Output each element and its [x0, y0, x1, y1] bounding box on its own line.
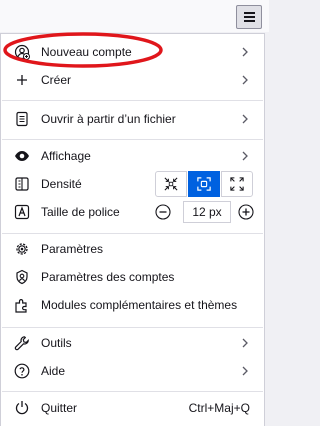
tools-item[interactable]: Outils: [1, 329, 264, 357]
help-item[interactable]: Aide: [1, 357, 264, 385]
open-file-item[interactable]: Ouvrir à partir d’un fichier: [1, 105, 264, 133]
menu-icon: [244, 12, 255, 14]
addons-item[interactable]: Modules complémentaires et thèmes: [1, 291, 264, 319]
density-touch-button[interactable]: [221, 171, 253, 197]
app-menu-button[interactable]: [236, 5, 262, 29]
quit-label: Quitter: [41, 401, 78, 415]
addons-icon: [15, 299, 27, 313]
compact-icon: [164, 177, 178, 191]
chevron-right-icon: [242, 338, 248, 348]
chevron-right-icon: [242, 151, 248, 161]
account-settings-label: Paramètres des comptes: [41, 270, 175, 284]
chevron-right-icon: [242, 114, 248, 124]
app-menu-panel: Nouveau compte Créer Ouvrir à partir d’u…: [0, 33, 265, 426]
settings-item[interactable]: Paramètres: [1, 235, 264, 263]
view-label: Affichage: [41, 149, 91, 163]
create-label: Créer: [41, 73, 72, 87]
font-size-value: 12 px: [183, 201, 231, 223]
new-account-item[interactable]: Nouveau compte: [1, 38, 264, 66]
density-normal-button[interactable]: [188, 171, 220, 197]
font-size-icon: [14, 204, 30, 220]
quit-shortcut: Ctrl+Maj+Q: [188, 401, 250, 415]
wrench-icon: [14, 336, 29, 351]
tools-label: Outils: [41, 336, 72, 350]
font-size-label: Taille de police: [41, 205, 120, 219]
account-settings-item[interactable]: Paramètres des comptes: [1, 263, 264, 291]
gear-icon: [16, 243, 28, 255]
quit-item[interactable]: Quitter Ctrl+Maj+Q: [1, 394, 264, 422]
help-label: Aide: [41, 364, 66, 378]
separator: [2, 100, 263, 101]
view-item[interactable]: Affichage: [1, 142, 264, 170]
chevron-right-icon: [242, 366, 248, 376]
toolbar: [0, 0, 269, 32]
density-selector: [155, 171, 255, 197]
font-size-row: Taille de police 12 px: [1, 198, 264, 226]
density-compact-button[interactable]: [155, 171, 187, 197]
power-icon: [15, 401, 29, 415]
settings-label: Paramètres: [41, 242, 104, 256]
decrease-font-button[interactable]: [155, 204, 171, 220]
chevron-right-icon: [242, 47, 248, 57]
plus-icon: [17, 75, 27, 85]
create-item[interactable]: Créer: [1, 66, 264, 94]
new-account-label: Nouveau compte: [41, 45, 132, 59]
help-icon: [14, 363, 30, 379]
file-icon: [16, 111, 28, 127]
separator: [2, 327, 263, 328]
separator: [2, 233, 263, 234]
account-settings-icon: [16, 269, 28, 285]
density-icon: [15, 177, 29, 191]
normal-icon: [197, 177, 211, 191]
addons-label: Modules complémentaires et thèmes: [41, 298, 238, 312]
density-label: Densité: [41, 177, 82, 191]
eye-icon: [15, 151, 29, 161]
separator: [2, 139, 263, 140]
touch-icon: [230, 177, 244, 191]
increase-font-button[interactable]: [238, 204, 254, 220]
open-file-label: Ouvrir à partir d’un fichier: [41, 112, 176, 126]
chevron-right-icon: [242, 75, 248, 85]
separator: [2, 391, 263, 392]
new-account-icon: [14, 44, 30, 60]
